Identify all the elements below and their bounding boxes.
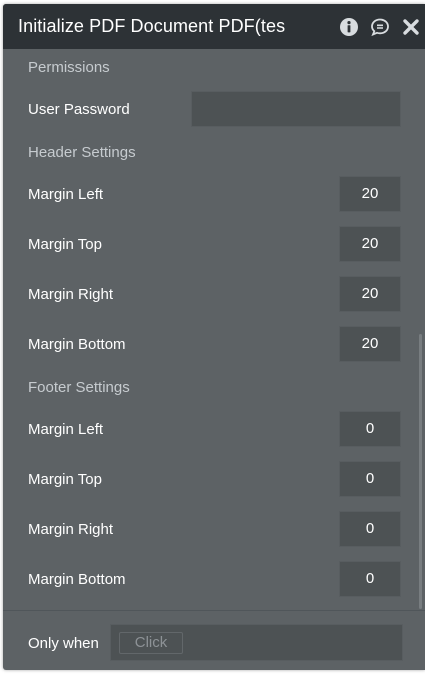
close-icon[interactable] [401,17,421,37]
footer-margin-right-input[interactable]: 0 [339,511,401,547]
header-margin-top-label: Margin Top [28,236,102,253]
footer-margin-bottom-label: Margin Bottom [28,571,126,588]
header-margin-top-input[interactable]: 20 [339,226,401,262]
panel-title: Initialize PDF Document PDF(tes [18,16,286,36]
panel-titlebar[interactable]: Initialize PDF Document PDF(tes [3,4,425,49]
comment-icon[interactable] [370,17,390,37]
section-header-settings-label: Header Settings [28,144,136,161]
panel-scrollbar[interactable] [419,334,422,609]
footer-margin-left-label: Margin Left [28,421,104,438]
section-permissions-label: Permissions [28,59,110,76]
header-margin-right-input[interactable]: 20 [339,276,401,312]
footer-margin-top-input[interactable]: 0 [339,461,401,497]
click-placeholder[interactable]: Click [119,632,183,654]
footer-margin-left-input[interactable]: 0 [339,411,401,447]
footer-margin-bottom-input[interactable]: 0 [339,561,401,597]
user-password-input[interactable] [191,91,401,127]
header-margin-bottom-label: Margin Bottom [28,336,126,353]
header-margin-bottom-input[interactable]: 20 [339,326,401,362]
condition-divider [3,610,425,611]
user-password-label: User Password [28,101,130,118]
only-when-condition-input[interactable]: Click [110,624,403,661]
header-margin-left-label: Margin Left [28,186,104,203]
only-when-label: Only when [28,635,99,652]
property-editor-panel: Initialize PDF Document PDF(tes Permissi… [3,4,425,670]
header-margin-left-input[interactable]: 20 [339,176,401,212]
section-footer-settings-label: Footer Settings [28,379,130,396]
info-icon[interactable] [339,17,359,37]
footer-margin-right-label: Margin Right [28,521,114,538]
footer-margin-top-label: Margin Top [28,471,102,488]
header-margin-right-label: Margin Right [28,286,114,303]
